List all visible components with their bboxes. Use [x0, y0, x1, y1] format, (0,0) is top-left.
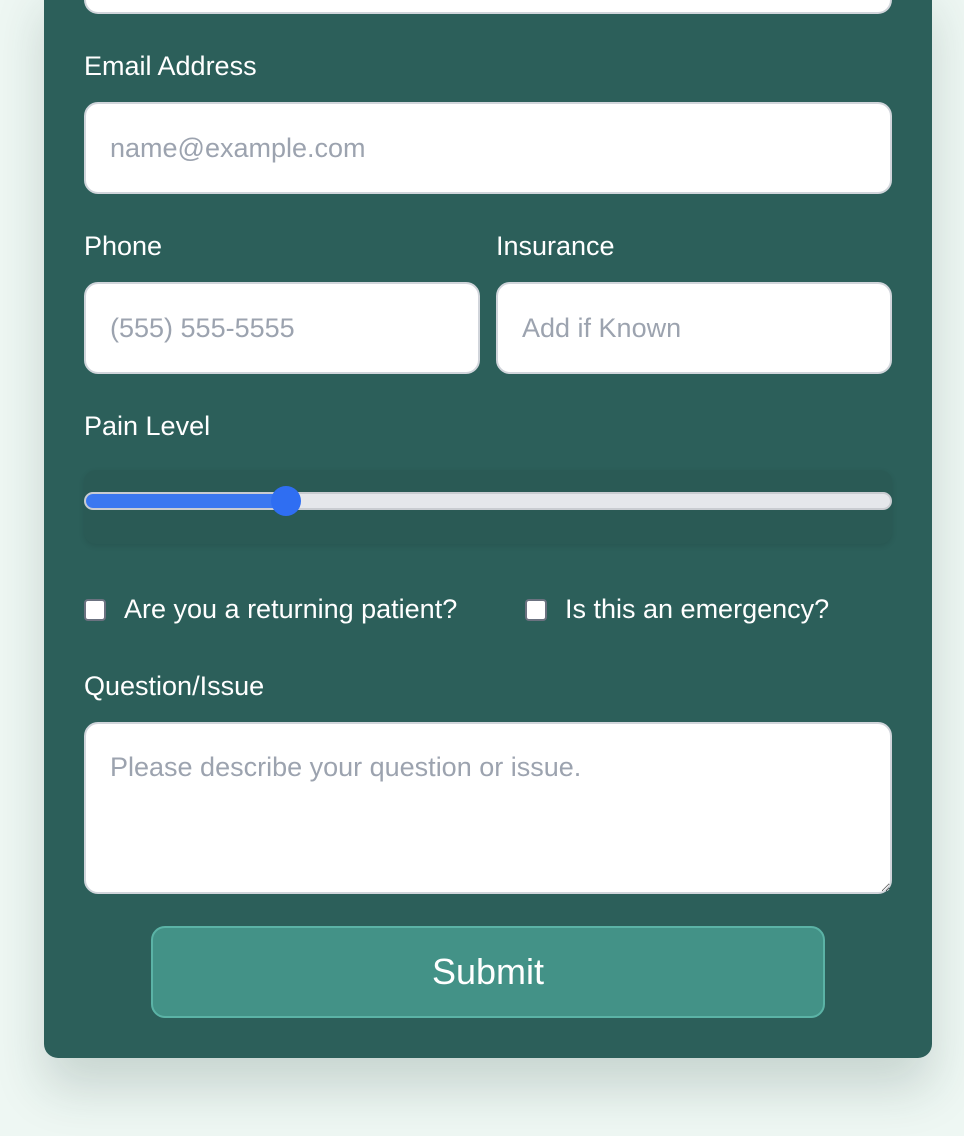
returning-patient-label: Are you a returning patient? [124, 594, 458, 624]
slider-thumb[interactable] [271, 486, 301, 516]
phone-field[interactable] [84, 282, 480, 374]
submit-button[interactable]: Submit [151, 926, 825, 1018]
returning-patient-option[interactable]: Are you a returning patient? [84, 594, 457, 625]
emergency-label: Is this an emergency? [565, 594, 830, 624]
insurance-label: Insurance [496, 231, 615, 261]
pain-level-label: Pain Level [84, 411, 211, 441]
email-field[interactable] [84, 102, 892, 194]
slider-fill [86, 494, 288, 508]
insurance-field[interactable] [496, 282, 892, 374]
phone-label: Phone [84, 231, 163, 261]
email-label: Email Address [84, 51, 257, 81]
emergency-checkbox[interactable] [525, 598, 547, 621]
returning-patient-checkbox[interactable] [84, 598, 106, 621]
emergency-option[interactable]: Is this an emergency? [525, 594, 829, 625]
previous-input-field[interactable] [84, 0, 892, 14]
pain-level-slider[interactable] [84, 470, 892, 544]
question-label: Question/Issue [84, 671, 265, 701]
question-textarea[interactable] [84, 722, 892, 894]
slider-track[interactable] [84, 492, 892, 510]
appointment-form-card: Email Address Phone Insurance Pain Level… [44, 0, 932, 1058]
